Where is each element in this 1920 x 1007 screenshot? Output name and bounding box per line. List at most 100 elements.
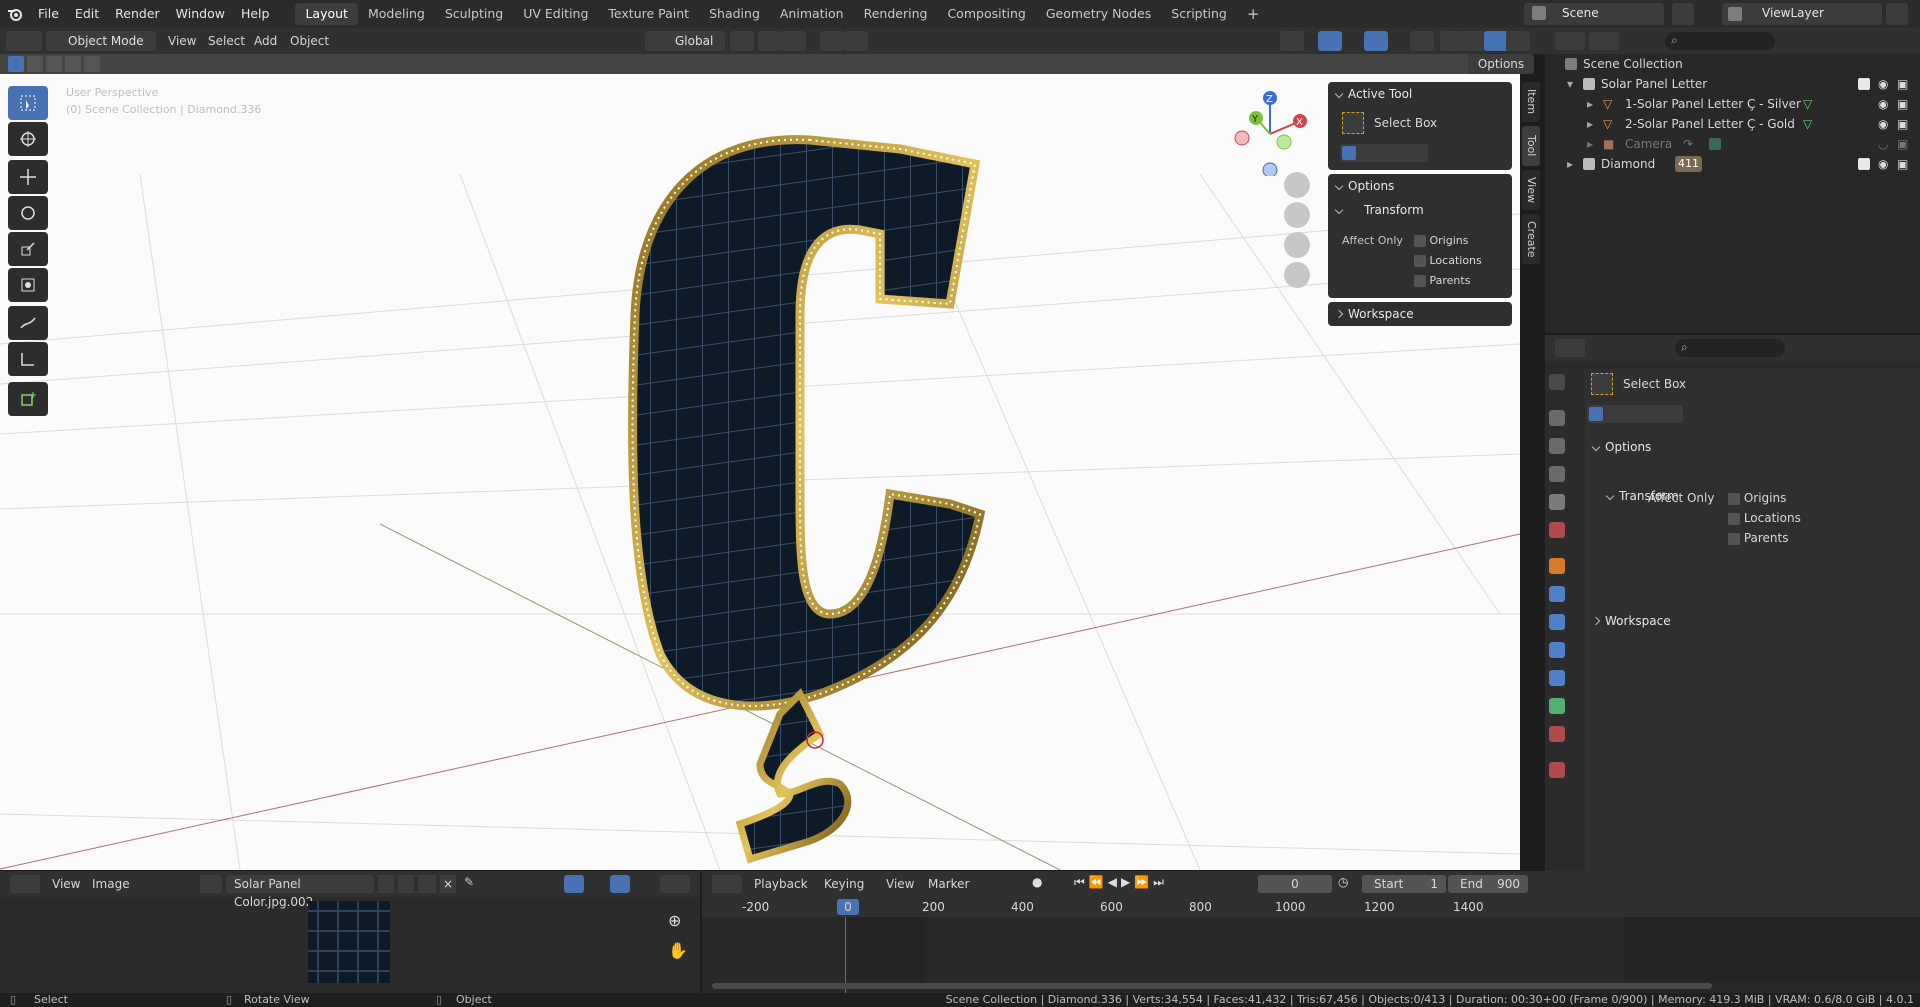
outliner-row-camera[interactable]: ▸ ■ Camera ↷ ◡ ▣	[1545, 134, 1920, 154]
mode-selector[interactable]: Object Mode	[46, 31, 156, 51]
properties-editor-icon[interactable]	[1555, 339, 1585, 357]
workspace-header[interactable]: Workspace	[1585, 609, 1920, 633]
locations-checkbox[interactable]: Locations	[1414, 254, 1482, 267]
proportional-edit-icon[interactable]	[820, 31, 844, 51]
data-tab-icon[interactable]	[1549, 698, 1565, 714]
transform-header[interactable]: Transform	[1328, 198, 1512, 222]
annotate-tool-icon[interactable]	[8, 306, 48, 340]
new-scene-icon[interactable]	[1672, 3, 1694, 25]
fake-user-icon[interactable]	[378, 875, 394, 893]
tab-create[interactable]: Create	[1522, 214, 1540, 264]
workspace-header[interactable]: Workspace	[1328, 302, 1512, 326]
tool-tab-icon[interactable]	[1549, 374, 1565, 390]
add-cube-tool-icon[interactable]	[8, 382, 48, 416]
timeline-editor-icon[interactable]	[712, 875, 742, 893]
scale-tool-icon[interactable]	[8, 232, 48, 266]
unlink-icon[interactable]: ×	[440, 875, 456, 893]
playhead-frame[interactable]: 0	[837, 899, 859, 915]
tab-animation[interactable]: Animation	[770, 3, 854, 25]
outliner-editor-icon[interactable]	[1555, 32, 1585, 50]
pin-icon[interactable]: ✎	[464, 875, 480, 893]
display-mode-icon[interactable]	[1589, 32, 1619, 50]
eye-icon[interactable]: ◉	[1878, 74, 1888, 94]
modifier-tab-icon[interactable]	[1549, 586, 1565, 602]
world-tab-icon[interactable]	[1549, 522, 1565, 538]
overlay-toggle-icon[interactable]	[1364, 31, 1388, 51]
letter-model[interactable]	[628, 135, 986, 864]
eye-icon[interactable]: ◉	[1878, 94, 1888, 114]
tab-view[interactable]: View	[1522, 170, 1540, 210]
mode-new-icon[interactable]	[1589, 407, 1603, 421]
eye-closed-icon[interactable]: ◡	[1878, 134, 1888, 154]
tab-tool[interactable]: Tool	[1522, 126, 1540, 166]
origins-checkbox[interactable]: Origins	[1414, 234, 1468, 247]
end-frame-field[interactable]: End 900	[1448, 875, 1528, 893]
open-folder-icon[interactable]	[418, 875, 436, 893]
image-browse-icon[interactable]	[200, 875, 222, 893]
render-camera-icon[interactable]: ▣	[1897, 94, 1908, 114]
ortho-toggle-icon[interactable]	[1284, 262, 1310, 288]
overlay-toggle-icon[interactable]	[610, 875, 630, 893]
expand-arrow-icon[interactable]: ▸	[1587, 114, 1593, 134]
menu-playback[interactable]: Playback	[754, 874, 808, 894]
tab-scripting[interactable]: Scripting	[1161, 3, 1237, 25]
tab-layout[interactable]: Layout	[295, 3, 358, 25]
tab-shading[interactable]: Shading	[699, 3, 770, 25]
new-view-layer-icon[interactable]	[1886, 3, 1908, 25]
gizmo-toggle-icon[interactable]	[1318, 31, 1342, 51]
tab-texture-paint[interactable]: Texture Paint	[598, 3, 699, 25]
physics-tab-icon[interactable]	[1549, 642, 1565, 658]
record-icon[interactable]: ●	[1032, 875, 1050, 893]
exclude-checkbox[interactable]	[1858, 158, 1870, 170]
expand-arrow-icon[interactable]: ▾	[1567, 74, 1573, 94]
active-tool-header[interactable]: Active Tool	[1328, 82, 1512, 106]
timeline-area[interactable]: -200 0 200 400 600 800 1000 1200 1400	[702, 897, 1920, 995]
select-box-tool-icon[interactable]	[8, 86, 48, 120]
outliner-row-scene-collection[interactable]: Scene Collection	[1545, 54, 1920, 74]
material-tab-icon[interactable]	[1549, 726, 1565, 742]
options-header[interactable]: Options	[1585, 435, 1920, 459]
eye-icon[interactable]: ◉	[1878, 154, 1888, 174]
locations-checkbox[interactable]: Locations	[1728, 511, 1801, 525]
select-extend-icon[interactable]	[27, 56, 43, 72]
falloff-icon[interactable]	[844, 31, 868, 51]
timeline-ruler[interactable]: -200 0 200 400 600 800 1000 1200 1400	[702, 897, 1920, 917]
shading-solid-icon[interactable]	[1462, 31, 1486, 51]
cursor-tool-icon[interactable]	[8, 122, 48, 156]
menu-keying[interactable]: Keying	[824, 874, 864, 894]
menu-edit[interactable]: Edit	[67, 0, 107, 28]
menu-render[interactable]: Render	[107, 0, 168, 28]
tab-item[interactable]: Item	[1522, 82, 1540, 122]
pivot-icon[interactable]	[730, 31, 754, 51]
tab-modeling[interactable]: Modeling	[358, 3, 435, 25]
menu-object[interactable]: Object	[290, 31, 329, 51]
origins-checkbox[interactable]: Origins	[1728, 491, 1786, 505]
expand-arrow-icon[interactable]: ▸	[1587, 134, 1593, 154]
start-frame-field[interactable]: Start 1	[1362, 875, 1446, 893]
transform-tool-icon[interactable]	[8, 268, 48, 302]
menu-view[interactable]: View	[52, 874, 80, 894]
image-name-field[interactable]: Solar Panel Color.jpg.002	[226, 875, 374, 909]
shading-rendered-icon[interactable]	[1506, 31, 1530, 51]
xray-icon[interactable]	[1410, 31, 1434, 51]
expand-arrow-icon[interactable]: ▸	[1567, 154, 1573, 174]
zoom-icon[interactable]: ⊕	[668, 911, 692, 935]
add-workspace-icon[interactable]: +	[1237, 3, 1270, 25]
select-new-icon[interactable]	[8, 56, 24, 72]
rotate-tool-icon[interactable]	[8, 196, 48, 230]
menu-add[interactable]: Add	[254, 31, 277, 51]
menu-help[interactable]: Help	[233, 0, 278, 28]
outliner-row-solar-panel-letter[interactable]: ▾ Solar Panel Letter ◉ ▣	[1545, 74, 1920, 94]
view-layer-selector[interactable]: ViewLayer	[1722, 3, 1882, 25]
outliner-row-diamond[interactable]: ▸ Diamond 411 ◉ ▣	[1545, 154, 1920, 174]
current-frame-field[interactable]: 0	[1258, 875, 1332, 893]
select-intersect-icon[interactable]	[84, 56, 100, 72]
select-subtract-icon[interactable]	[46, 56, 62, 72]
object-tab-icon[interactable]	[1549, 558, 1565, 574]
output-tab-icon[interactable]	[1549, 438, 1565, 454]
particles-tab-icon[interactable]	[1549, 614, 1565, 630]
parents-checkbox[interactable]: Parents	[1728, 531, 1789, 545]
3d-viewport[interactable]: User Perspective (0) Scene Collection | …	[0, 54, 1520, 870]
menu-file[interactable]: File	[30, 0, 67, 28]
properties-search-input[interactable]: ⌕	[1675, 339, 1785, 357]
